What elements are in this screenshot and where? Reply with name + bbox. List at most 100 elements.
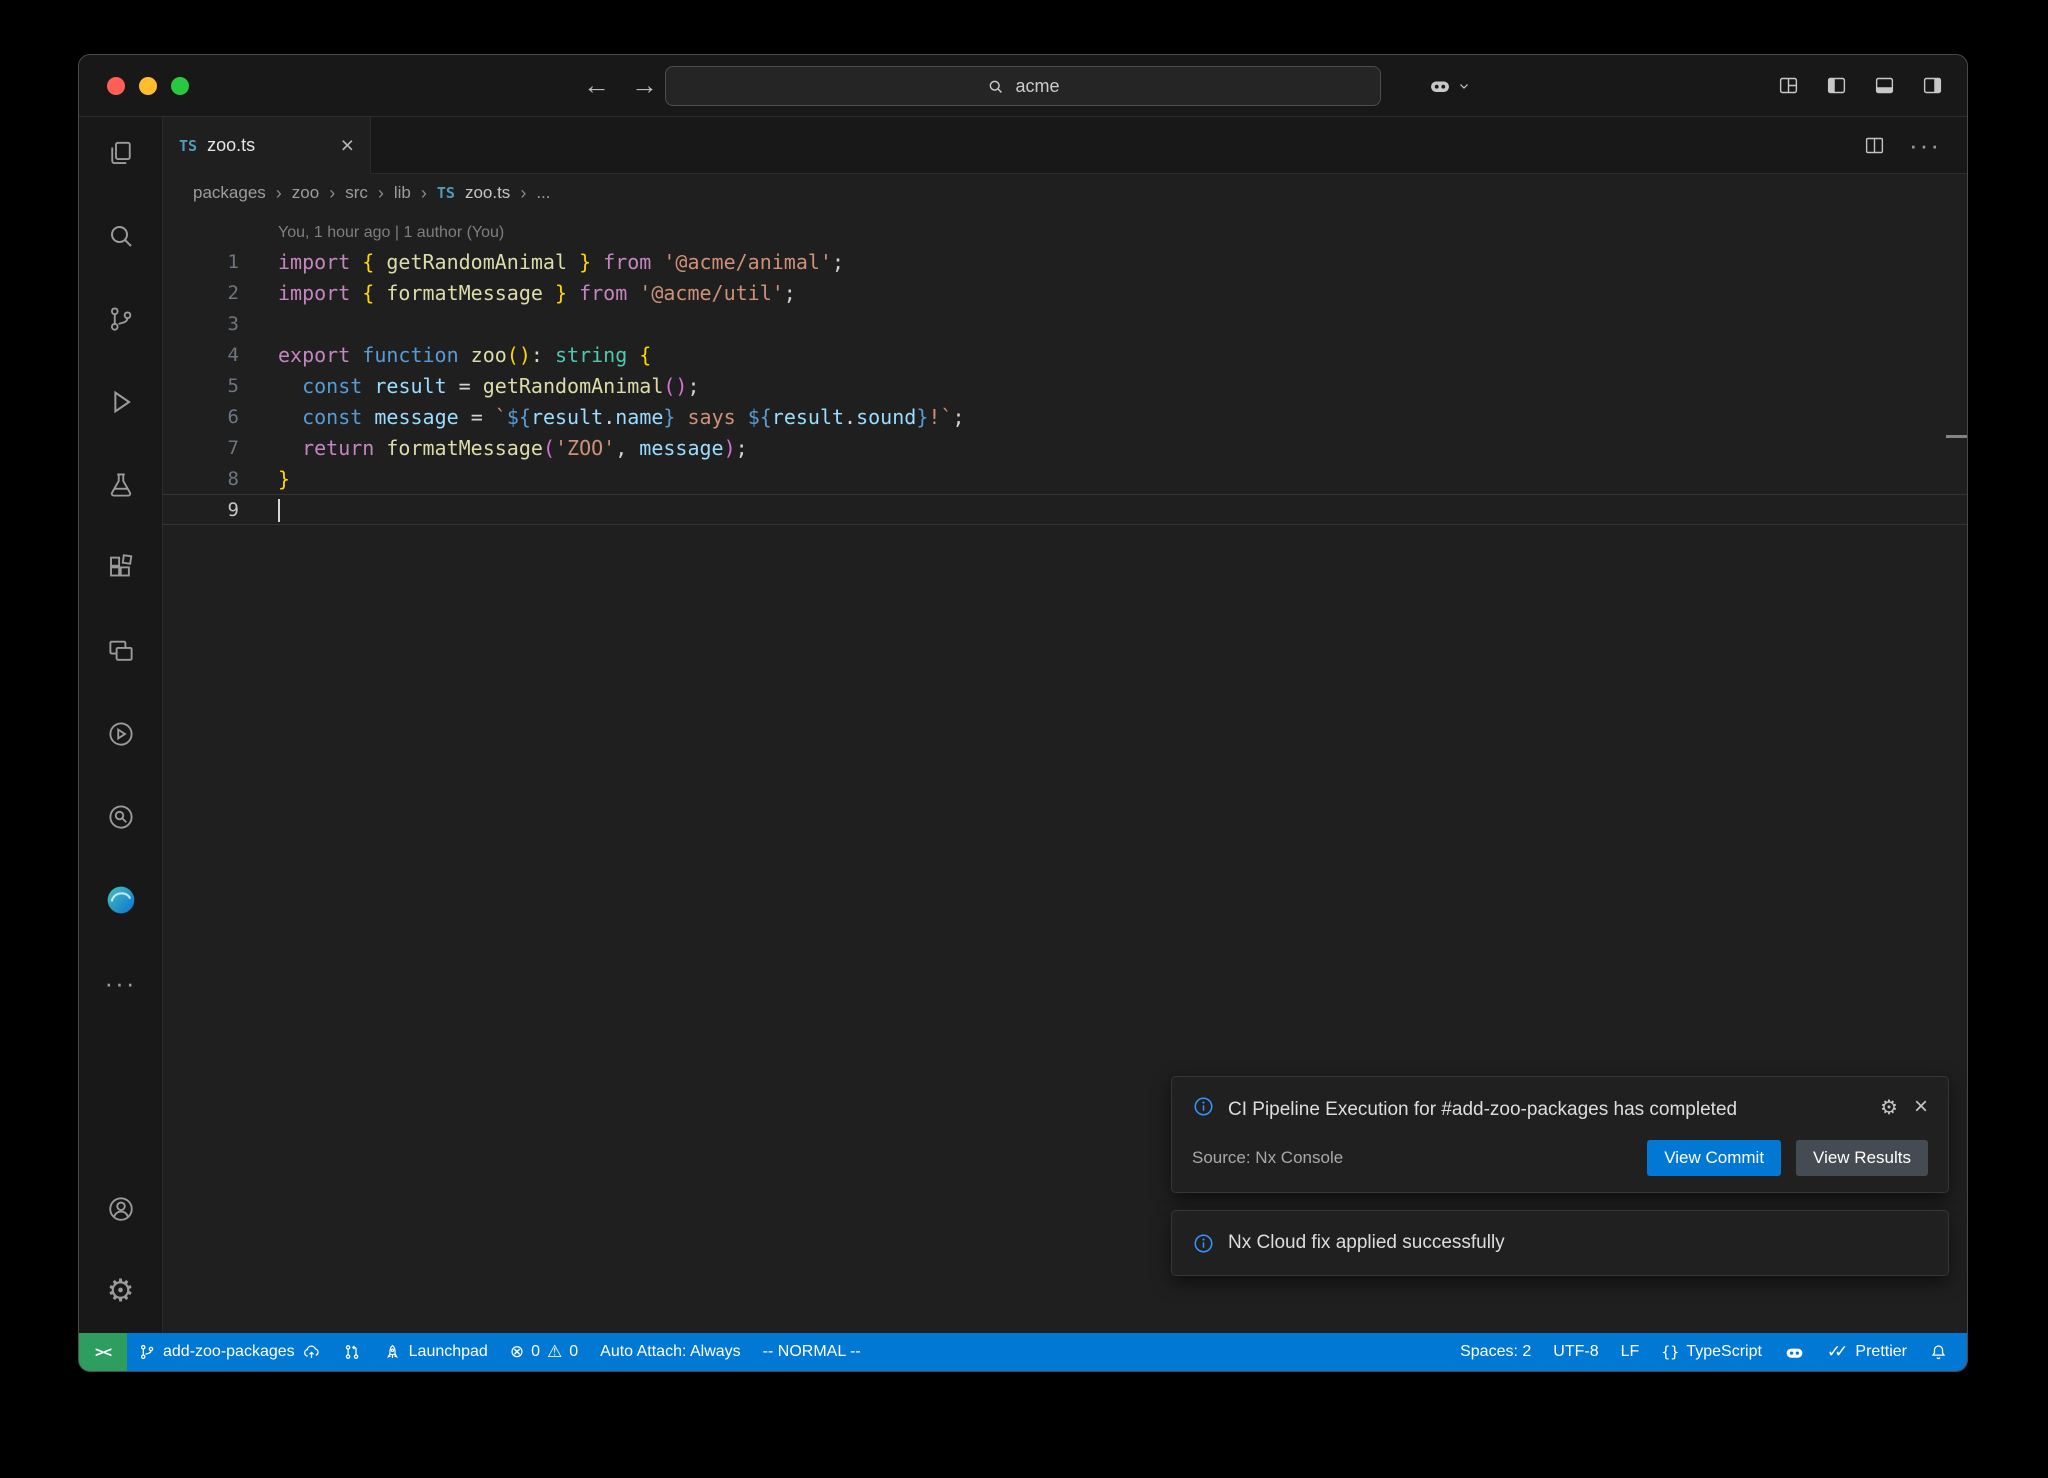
- back-button[interactable]: ←: [583, 55, 610, 116]
- notification-source: Source: Nx Console: [1192, 1148, 1343, 1168]
- code-line[interactable]: 4export function zoo(): string {: [163, 339, 1967, 370]
- more-editor-actions-icon[interactable]: ···: [1909, 130, 1941, 161]
- run-debug-icon[interactable]: [79, 376, 163, 428]
- breadcrumb-item[interactable]: zoo: [292, 183, 319, 203]
- code-line[interactable]: 6 const message = `${result.name} says $…: [163, 401, 1967, 432]
- forward-button[interactable]: →: [631, 55, 658, 116]
- breadcrumb-separator: ›: [421, 183, 427, 204]
- view-commit-button[interactable]: View Commit: [1647, 1140, 1781, 1176]
- search-sidebar-icon[interactable]: [79, 210, 163, 262]
- error-icon: ⊗: [510, 1342, 524, 1362]
- tab-zoo-ts[interactable]: TS zoo.ts ×: [163, 117, 371, 174]
- copilot-status-item[interactable]: [1773, 1333, 1816, 1371]
- toggle-secondary-sidebar-icon[interactable]: [1922, 75, 1943, 96]
- breadcrumb-item-file[interactable]: zoo.ts: [465, 183, 510, 203]
- remote-explorer-icon[interactable]: [79, 625, 163, 677]
- prettier-item[interactable]: ✓✓ Prettier: [1816, 1333, 1918, 1371]
- command-center-search[interactable]: acme: [665, 66, 1381, 106]
- accounts-icon[interactable]: [79, 1183, 163, 1235]
- language-label: TypeScript: [1686, 1343, 1762, 1361]
- code-line[interactable]: 9: [163, 494, 1967, 525]
- layout-controls: [1778, 55, 1943, 116]
- tab-label: zoo.ts: [207, 135, 255, 156]
- encoding-item[interactable]: UTF-8: [1542, 1333, 1609, 1371]
- line-number: 9: [163, 499, 239, 521]
- git-compare-icon: [343, 1343, 361, 1361]
- indentation-item[interactable]: Spaces: 2: [1449, 1333, 1542, 1371]
- typescript-file-icon: TS: [437, 184, 455, 202]
- extensions-icon[interactable]: [79, 542, 163, 594]
- git-blame-annotation: You, 1 hour ago | 1 author (You): [163, 220, 1967, 246]
- title-bar: ← → acme: [79, 55, 1967, 117]
- language-mode-item[interactable]: {} TypeScript: [1650, 1333, 1773, 1371]
- split-editor-icon[interactable]: [1864, 135, 1885, 156]
- braces-icon: {}: [1661, 1343, 1679, 1361]
- tab-close-icon[interactable]: ×: [341, 134, 354, 157]
- command-center-value: acme: [1015, 76, 1059, 97]
- customize-layout-icon[interactable]: [1778, 75, 1799, 96]
- git-compare-item[interactable]: [332, 1333, 372, 1371]
- error-count: 0: [531, 1343, 540, 1361]
- traffic-lights: [107, 55, 189, 116]
- launchpad-item[interactable]: Launchpad: [372, 1333, 499, 1371]
- launchpad-label: Launchpad: [409, 1343, 488, 1361]
- copilot-icon: [1784, 1342, 1805, 1363]
- line-number: 8: [163, 468, 239, 490]
- line-number: 5: [163, 375, 239, 397]
- minimize-window-button[interactable]: [139, 77, 157, 95]
- code-line[interactable]: 1import { getRandomAnimal } from '@acme/…: [163, 246, 1967, 277]
- notification-settings-icon[interactable]: ⚙: [1880, 1095, 1898, 1120]
- breadcrumb-separator: ›: [378, 183, 384, 204]
- info-icon: [1192, 1232, 1215, 1255]
- main-area: ··· ⚙ TS zoo.ts × ···: [79, 117, 1967, 1333]
- copilot-icon: [1428, 74, 1452, 98]
- auto-attach-item[interactable]: Auto Attach: Always: [589, 1333, 752, 1371]
- zoom-window-button[interactable]: [171, 77, 189, 95]
- code-line[interactable]: 5 const result = getRandomAnimal();: [163, 370, 1967, 401]
- rocket-icon: [383, 1343, 402, 1362]
- line-number: 6: [163, 406, 239, 428]
- nx-console-icon[interactable]: [79, 708, 163, 760]
- code-line[interactable]: 8}: [163, 463, 1967, 494]
- source-control-icon[interactable]: [79, 293, 163, 345]
- vscode-window: ← → acme: [78, 54, 1968, 1372]
- settings-gear-icon[interactable]: ⚙: [79, 1265, 163, 1317]
- breadcrumb-item[interactable]: lib: [394, 183, 411, 203]
- bell-icon: [1929, 1343, 1948, 1362]
- explorer-icon[interactable]: [79, 127, 163, 179]
- toggle-primary-sidebar-icon[interactable]: [1826, 75, 1847, 96]
- eol-item[interactable]: LF: [1610, 1333, 1651, 1371]
- problems-item[interactable]: ⊗ 0 ⚠ 0: [499, 1333, 589, 1371]
- copilot-menu-button[interactable]: [1428, 55, 1471, 116]
- git-branch-item[interactable]: add-zoo-packages: [127, 1333, 332, 1371]
- close-window-button[interactable]: [107, 77, 125, 95]
- view-results-button[interactable]: View Results: [1796, 1140, 1928, 1176]
- edge-tools-icon[interactable]: [79, 874, 163, 926]
- testing-icon[interactable]: [79, 459, 163, 511]
- breadcrumb-separator: ›: [276, 183, 282, 204]
- breadcrumb: packages › zoo › src › lib › TS zoo.ts ›…: [163, 174, 1967, 212]
- chevron-down-icon: [1457, 79, 1471, 93]
- code-line[interactable]: 7 return formatMessage('ZOO', message);: [163, 432, 1967, 463]
- double-check-icon: ✓✓: [1827, 1342, 1849, 1362]
- breadcrumb-item[interactable]: src: [345, 183, 368, 203]
- remote-indicator[interactable]: ><: [79, 1333, 127, 1371]
- code-line[interactable]: 3: [163, 308, 1967, 339]
- breadcrumb-item[interactable]: packages: [193, 183, 266, 203]
- code-line[interactable]: 2import { formatMessage } from '@acme/ut…: [163, 277, 1967, 308]
- notifications-bell-item[interactable]: [1918, 1333, 1959, 1371]
- breadcrumb-item[interactable]: ...: [536, 183, 550, 203]
- line-number: 3: [163, 313, 239, 335]
- status-bar: >< add-zoo-packages Launchpad ⊗ 0 ⚠: [79, 1333, 1967, 1371]
- editor-group: TS zoo.ts × ··· packages › zoo › src ›: [163, 117, 1967, 1333]
- line-number: 2: [163, 282, 239, 304]
- more-activity-icon[interactable]: ···: [79, 957, 163, 1009]
- prettier-label: Prettier: [1855, 1343, 1907, 1361]
- debug-visualizer-icon[interactable]: [79, 791, 163, 843]
- line-number: 1: [163, 251, 239, 273]
- notification-message: Nx Cloud fix applied successfully: [1228, 1232, 1505, 1254]
- toggle-panel-icon[interactable]: [1874, 75, 1895, 96]
- git-branch-icon: [138, 1343, 156, 1361]
- notification-close-icon[interactable]: ×: [1914, 1095, 1928, 1119]
- vim-mode-item[interactable]: -- NORMAL --: [752, 1333, 872, 1371]
